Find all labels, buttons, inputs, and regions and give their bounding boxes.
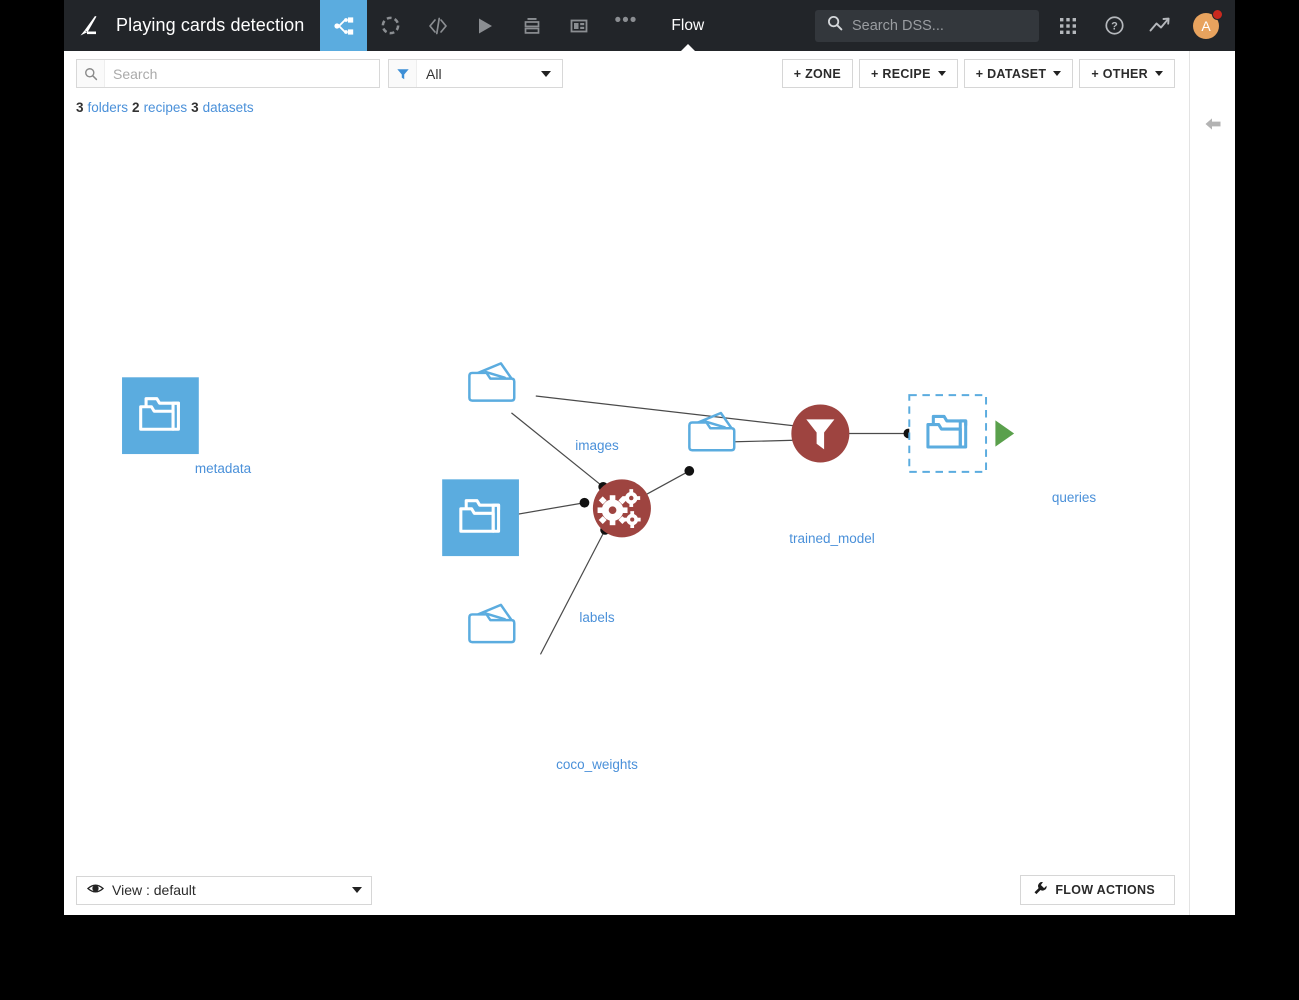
- flow-recipe-train[interactable]: [592, 479, 651, 538]
- chevron-down-icon: [1155, 71, 1163, 76]
- nav-more-icon[interactable]: •••: [602, 0, 649, 51]
- node-label-metadata[interactable]: metadata: [195, 461, 251, 476]
- flow-node-images[interactable]: [468, 362, 516, 402]
- recipes-count: 2: [132, 99, 140, 115]
- chevron-down-icon: [937, 71, 946, 76]
- node-label-images[interactable]: images: [575, 438, 619, 453]
- right-side-panel: [1189, 51, 1235, 915]
- user-avatar[interactable]: A: [1183, 0, 1229, 51]
- topnav-right-icons: ? A: [1045, 0, 1235, 51]
- flow-actions-label: FLOW ACTIONS: [1055, 883, 1155, 897]
- add-zone-label: + ZONE: [793, 66, 841, 81]
- add-other-label: + OTHER: [1091, 66, 1148, 81]
- edge-coco-to-train: [539, 529, 606, 655]
- nav-code-icon[interactable]: [414, 0, 461, 51]
- flow-actions-button[interactable]: FLOW ACTIONS: [1020, 875, 1175, 905]
- project-nav-icons: •••: [320, 0, 649, 51]
- eye-icon: [86, 882, 105, 898]
- flow-search-box[interactable]: [76, 59, 380, 88]
- section-title-flow: Flow: [649, 0, 726, 51]
- chevron-down-icon: [541, 70, 551, 77]
- svg-text:?: ?: [1111, 21, 1118, 33]
- node-label-labels[interactable]: labels: [579, 610, 614, 625]
- add-dataset-label: + DATASET: [975, 66, 1047, 81]
- folders-count: 3: [76, 99, 84, 115]
- nav-dashed-circle-icon[interactable]: [367, 0, 414, 51]
- flow-item-counts: 3 folders 2 recipes 3 datasets: [64, 96, 1189, 118]
- flow-node-labels[interactable]: [442, 479, 519, 557]
- top-navigation-bar: Playing cards detection ••• Flow Search …: [64, 0, 1235, 51]
- search-icon: [77, 60, 105, 87]
- edge-train-to-model: [639, 470, 690, 499]
- apps-grid-icon[interactable]: [1045, 0, 1091, 51]
- flow-filter-select[interactable]: All: [388, 59, 563, 88]
- dss-app-window: Playing cards detection ••• Flow Search …: [64, 0, 1235, 915]
- nav-dashboard-icon[interactable]: [555, 0, 602, 51]
- flow-search-input[interactable]: [105, 60, 379, 87]
- flow-graph-svg: [122, 362, 1015, 655]
- flow-main-column: All + ZONE + RECIPE + DATASET + OTHER: [64, 51, 1189, 915]
- flow-node-coco-weights[interactable]: [468, 603, 516, 644]
- flow-view-select[interactable]: View : default: [76, 875, 372, 905]
- edge-images-to-filter: [535, 395, 804, 428]
- datasets-count: 3: [191, 99, 199, 115]
- folders-count-label[interactable]: folders: [88, 100, 129, 115]
- flow-recipe-filter[interactable]: [791, 404, 850, 463]
- flow-node-metadata[interactable]: [122, 377, 199, 455]
- arrow-left-icon[interactable]: [1202, 113, 1224, 915]
- search-icon: [827, 15, 843, 36]
- wrench-icon: [1033, 881, 1048, 899]
- nav-flow-icon[interactable]: [320, 0, 368, 51]
- build-run-icon: [995, 420, 1015, 447]
- add-recipe-label: + RECIPE: [871, 66, 931, 81]
- node-label-coco-weights[interactable]: coco_weights: [556, 757, 638, 772]
- dataiku-logo-icon[interactable]: [64, 0, 112, 51]
- chevron-down-icon: [1053, 71, 1062, 76]
- node-label-queries[interactable]: queries: [1052, 490, 1096, 505]
- filter-funnel-icon: [389, 60, 417, 87]
- help-circle-icon[interactable]: ?: [1091, 0, 1137, 51]
- dss-search-placeholder: Search DSS...: [852, 17, 944, 34]
- nav-play-icon[interactable]: [461, 0, 508, 51]
- notification-badge: [1212, 9, 1223, 20]
- trending-up-icon[interactable]: [1137, 0, 1183, 51]
- app-body: All + ZONE + RECIPE + DATASET + OTHER: [64, 51, 1235, 915]
- add-recipe-button[interactable]: + RECIPE: [859, 59, 958, 88]
- chevron-down-icon: [352, 887, 362, 893]
- datasets-count-label[interactable]: datasets: [203, 100, 254, 115]
- flow-filter-value: All: [426, 65, 442, 82]
- add-dataset-button[interactable]: + DATASET: [963, 59, 1074, 88]
- flow-node-queries[interactable]: [908, 394, 1015, 473]
- flow-canvas[interactable]: metadata images labels coco_weights trai…: [64, 118, 1189, 865]
- add-zone-button[interactable]: + ZONE: [781, 59, 853, 88]
- dss-search-box[interactable]: Search DSS...: [815, 9, 1039, 42]
- topnav-spacer: [726, 0, 815, 51]
- flow-view-label: View : default: [112, 882, 196, 898]
- add-other-button[interactable]: + OTHER: [1079, 59, 1175, 88]
- recipes-count-label[interactable]: recipes: [144, 100, 188, 115]
- flow-toolbar: All + ZONE + RECIPE + DATASET + OTHER: [64, 51, 1189, 96]
- nav-jobs-icon[interactable]: [508, 0, 555, 51]
- project-title[interactable]: Playing cards detection: [112, 0, 320, 51]
- node-label-trained-model[interactable]: trained_model: [789, 531, 875, 546]
- flow-bottom-bar: View : default FLOW ACTIONS: [64, 865, 1189, 915]
